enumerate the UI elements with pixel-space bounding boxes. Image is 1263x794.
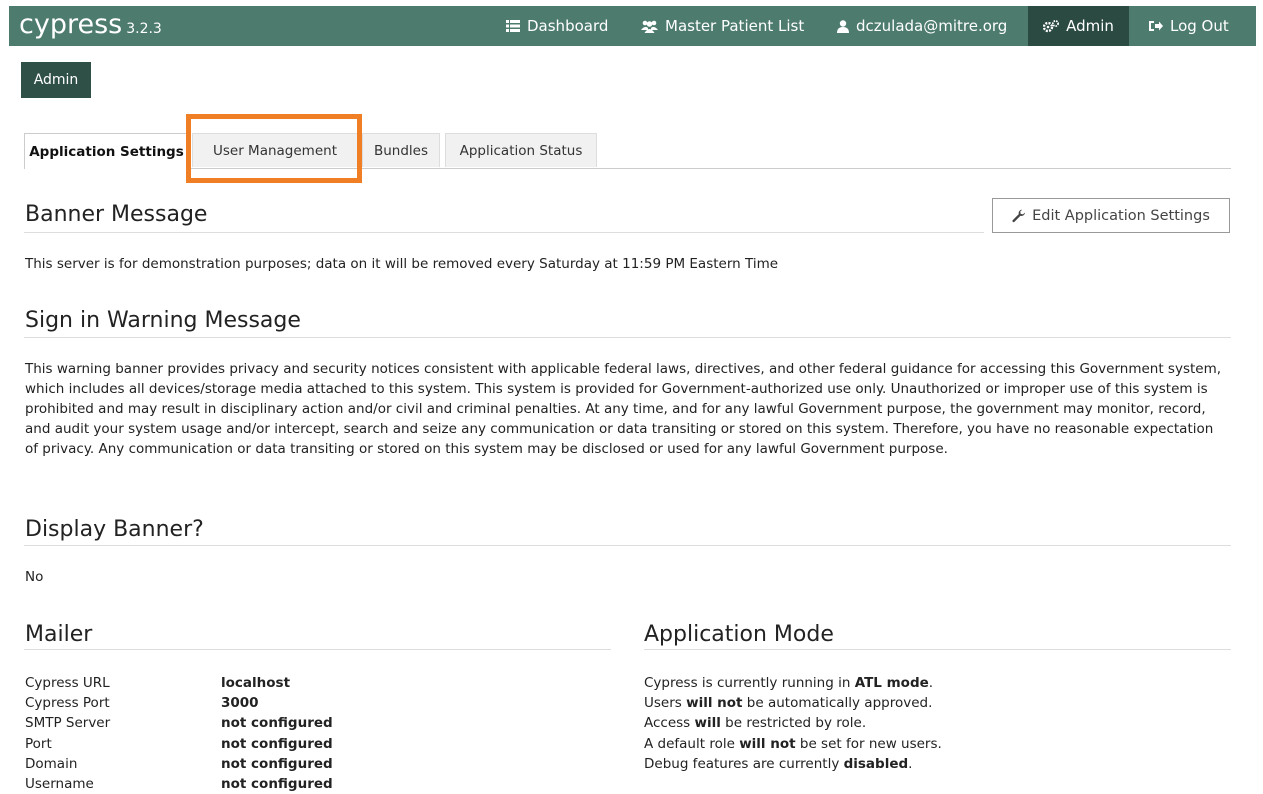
mode-text: be automatically approved. bbox=[742, 695, 933, 711]
tab-application-settings[interactable]: Application Settings bbox=[24, 133, 189, 169]
mode-emphasis: disabled bbox=[843, 756, 909, 772]
sign-out-icon bbox=[1149, 20, 1163, 32]
mailer-value: not configured bbox=[221, 756, 333, 772]
brand-name: cypress bbox=[19, 9, 123, 40]
nav-user-label: dczulada@mitre.org bbox=[856, 17, 1008, 35]
application-mode-title: Application Mode bbox=[644, 622, 834, 647]
mode-text: Cypress is currently running in bbox=[644, 675, 855, 691]
top-navbar: cypress 3.2.3 Dashboard Master Patient Li… bbox=[9, 6, 1256, 46]
mailer-value: not configured bbox=[221, 736, 333, 752]
banner-message-text: This server is for demonstration purpose… bbox=[25, 256, 779, 272]
mode-line-atl: Cypress is currently running in ATL mode… bbox=[644, 673, 933, 693]
mailer-row: SMTP Server not configured bbox=[25, 713, 425, 733]
mode-emphasis: will not bbox=[739, 736, 796, 752]
mode-text: Access bbox=[644, 715, 695, 731]
mode-text: A default role bbox=[644, 736, 740, 752]
divider bbox=[24, 649, 611, 650]
mode-text: . bbox=[928, 675, 934, 691]
mode-text: Debug features are currently bbox=[644, 756, 844, 772]
mailer-label: Username bbox=[25, 776, 94, 792]
mode-text: . bbox=[908, 756, 913, 772]
mailer-row: Username not configured bbox=[25, 774, 425, 794]
mailer-row: Cypress URL localhost bbox=[25, 673, 425, 693]
mailer-title: Mailer bbox=[25, 622, 93, 647]
mode-text: be set for new users. bbox=[795, 736, 942, 752]
mailer-label: Cypress URL bbox=[25, 675, 110, 691]
divider bbox=[24, 232, 984, 233]
mailer-row: Port not configured bbox=[25, 734, 425, 754]
mailer-value: 3000 bbox=[221, 695, 259, 711]
list-icon bbox=[506, 20, 520, 32]
mode-line-default-role: A default role will not be set for new u… bbox=[644, 734, 942, 754]
mailer-value: not configured bbox=[221, 715, 333, 731]
sign-in-warning-title: Sign in Warning Message bbox=[25, 308, 301, 333]
nav-logout[interactable]: Log Out bbox=[1149, 6, 1229, 46]
mode-text: Users bbox=[644, 695, 687, 711]
nav-logout-label: Log Out bbox=[1170, 17, 1229, 35]
tab-bundles[interactable]: Bundles bbox=[362, 133, 440, 167]
banner-message-title: Banner Message bbox=[25, 202, 208, 227]
divider bbox=[24, 337, 1231, 338]
edit-button-label: Edit Application Settings bbox=[1032, 207, 1210, 224]
mailer-row: Domain not configured bbox=[25, 754, 425, 774]
mode-emphasis: will not bbox=[686, 695, 743, 711]
user-icon bbox=[837, 19, 849, 33]
nav-user-account[interactable]: dczulada@mitre.org bbox=[837, 6, 1007, 46]
mailer-value: localhost bbox=[221, 675, 291, 691]
mailer-row: Cypress Port 3000 bbox=[25, 693, 425, 713]
nav-dashboard[interactable]: Dashboard bbox=[506, 6, 608, 46]
display-banner-value: No bbox=[25, 569, 44, 585]
brand-logo[interactable]: cypress 3.2.3 bbox=[19, 8, 162, 46]
divider bbox=[24, 545, 1231, 546]
display-banner-title: Display Banner? bbox=[25, 517, 204, 542]
mode-line-debug: Debug features are currently disabled. bbox=[644, 754, 912, 774]
nav-patients-label: Master Patient List bbox=[665, 17, 805, 35]
breadcrumb-admin[interactable]: Admin bbox=[21, 62, 91, 98]
mode-line-access: Access will be restricted by role. bbox=[644, 713, 866, 733]
app-version: 3.2.3 bbox=[126, 21, 162, 37]
mode-line-approval: Users will not be automatically approved… bbox=[644, 693, 932, 713]
mailer-label: SMTP Server bbox=[25, 715, 111, 731]
highlight-box bbox=[186, 114, 362, 183]
mode-text: be restricted by role. bbox=[720, 715, 867, 731]
nav-master-patient-list[interactable]: Master Patient List bbox=[641, 6, 804, 46]
wrench-icon bbox=[1012, 209, 1026, 223]
nav-admin-label: Admin bbox=[1066, 17, 1114, 35]
mailer-label: Domain bbox=[25, 756, 78, 772]
mailer-label: Cypress Port bbox=[25, 695, 110, 711]
mailer-value: not configured bbox=[221, 776, 333, 792]
mode-emphasis: will bbox=[694, 715, 721, 731]
edit-application-settings-button[interactable]: Edit Application Settings bbox=[992, 198, 1230, 233]
gears-icon bbox=[1043, 19, 1060, 33]
divider bbox=[644, 649, 1231, 650]
nav-admin[interactable]: Admin bbox=[1028, 6, 1129, 46]
mode-emphasis: ATL mode bbox=[854, 675, 929, 691]
tab-application-status[interactable]: Application Status bbox=[445, 133, 597, 167]
users-icon bbox=[641, 20, 658, 33]
mailer-label: Port bbox=[25, 736, 52, 752]
sign-in-warning-text: This warning banner provides privacy and… bbox=[25, 361, 1222, 457]
nav-dashboard-label: Dashboard bbox=[527, 17, 609, 35]
